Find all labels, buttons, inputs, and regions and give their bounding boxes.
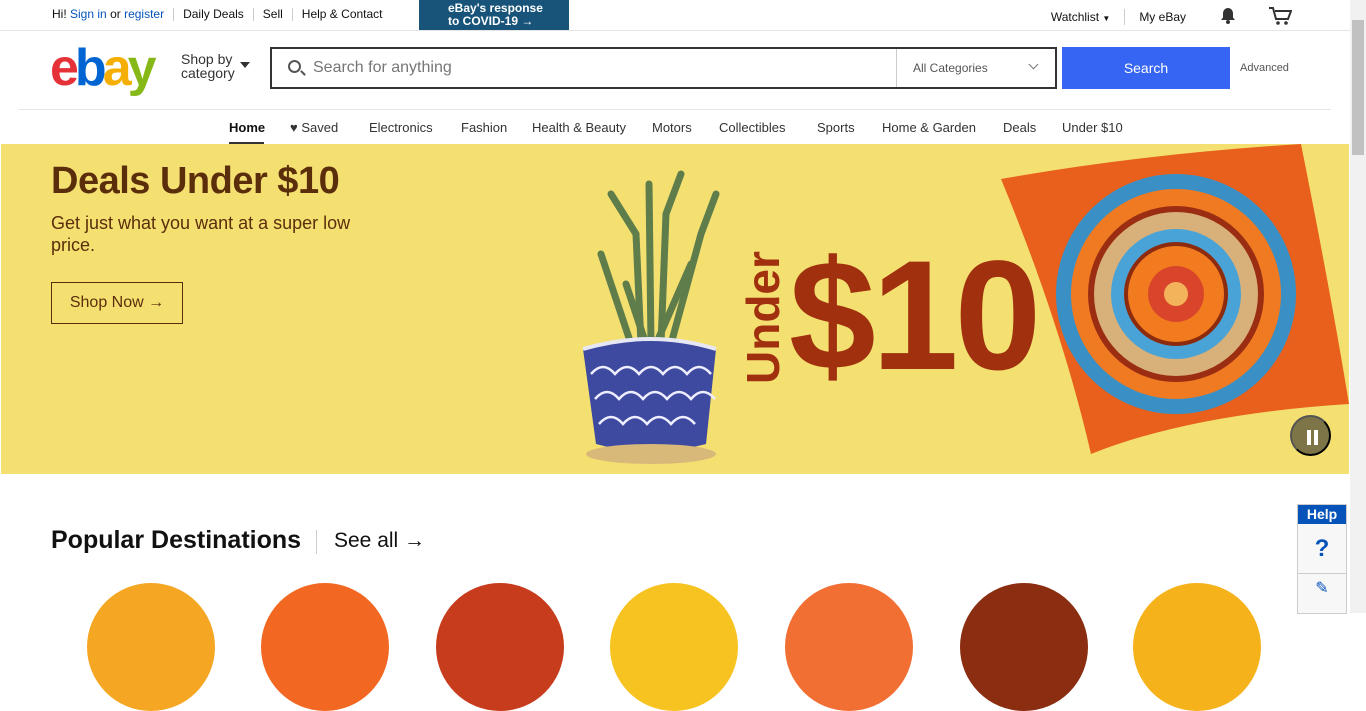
logo-letter: a — [102, 39, 132, 97]
category-select-value: All Categories — [913, 61, 988, 75]
destination-item[interactable] — [960, 583, 1088, 711]
nav-collectibles[interactable]: Collectibles — [719, 120, 785, 135]
help-contact-link[interactable]: Help & Contact — [302, 7, 383, 21]
main-header: ebay Shop by category Search for anythin… — [0, 31, 1350, 110]
nav-saved[interactable]: ♥ Saved — [290, 120, 338, 135]
shop-by-line-1: Shop by — [181, 51, 233, 67]
nav-fashion[interactable]: Fashion — [461, 120, 507, 135]
nav-home[interactable]: Home — [229, 120, 265, 135]
search-button[interactable]: Search — [1062, 47, 1230, 89]
divider — [291, 7, 293, 21]
destination-item[interactable] — [87, 583, 215, 711]
advanced-search-link[interactable]: Advanced — [1240, 62, 1289, 74]
divider — [1124, 9, 1126, 25]
nav-sports[interactable]: Sports — [817, 120, 855, 135]
top-right-links: Watchlist ▼ My eBay — [1051, 6, 1293, 28]
help-widget: Help ? ✎ — [1297, 504, 1347, 614]
nav-electronics[interactable]: Electronics — [369, 120, 433, 135]
divider — [252, 7, 254, 21]
caret-down-icon — [240, 62, 250, 68]
popular-destinations-title: Popular Destinations — [51, 526, 302, 554]
banner-subtitle: Get just what you want at a super low pr… — [51, 213, 351, 255]
pause-carousel-button[interactable] — [1290, 415, 1331, 456]
destination-item[interactable] — [785, 583, 913, 711]
destination-item[interactable] — [436, 583, 564, 711]
cactus-plant-image — [582, 170, 720, 464]
greeting-text: Hi! — [52, 7, 67, 21]
covid-response-banner[interactable]: eBay's response to COVID-19 → — [419, 0, 569, 30]
notification-bell-icon[interactable] — [1220, 7, 1236, 27]
chevron-down-icon: ▼ — [1102, 14, 1111, 23]
nav-under-10[interactable]: Under $10 — [1062, 120, 1123, 135]
help-label[interactable]: Help — [1298, 505, 1346, 524]
nav-deals[interactable]: Deals — [1003, 120, 1036, 135]
shop-now-button[interactable]: Shop Now → — [51, 282, 183, 324]
shop-by-category-button[interactable]: Shop by category — [181, 51, 250, 81]
vertical-scrollbar[interactable] — [1350, 0, 1366, 613]
see-all-link[interactable]: See all → — [316, 530, 425, 554]
cart-icon[interactable] — [1268, 6, 1293, 28]
search-icon — [288, 60, 301, 73]
destination-item[interactable] — [610, 583, 738, 711]
watchlist-link[interactable]: Watchlist ▼ — [1051, 10, 1111, 24]
search-box[interactable]: Search for anything All Categories — [270, 47, 1057, 89]
logo-letter: b — [74, 39, 107, 97]
sell-link[interactable]: Sell — [263, 7, 283, 21]
under-text-art: Under — [737, 251, 789, 384]
destination-circles — [0, 583, 1350, 711]
scrollbar-thumb[interactable] — [1352, 20, 1364, 155]
shop-by-line-2: category — [181, 65, 235, 81]
ebay-logo[interactable]: ebay — [50, 42, 157, 94]
my-ebay-link[interactable]: My eBay — [1139, 10, 1186, 24]
nav-motors[interactable]: Motors — [652, 120, 692, 135]
logo-letter: e — [50, 39, 79, 97]
feedback-icon[interactable]: ✎ — [1298, 574, 1346, 604]
daily-deals-link[interactable]: Daily Deals — [183, 7, 244, 21]
destination-item[interactable] — [1133, 583, 1261, 711]
hero-banner[interactable]: Deals Under $10 Get just what you want a… — [1, 144, 1349, 474]
nav-health-beauty[interactable]: Health & Beauty — [532, 120, 626, 135]
search-input[interactable]: Search for anything — [313, 59, 452, 77]
or-text: or — [110, 7, 121, 21]
top-utility-bar: Hi! Sign in or register Daily Deals Sell… — [0, 0, 1350, 31]
logo-letter: y — [127, 39, 157, 97]
watchlist-label: Watchlist — [1050, 10, 1100, 24]
banner-title: Deals Under $10 — [51, 160, 340, 202]
destination-item[interactable] — [261, 583, 389, 711]
category-nav: Home ♥ Saved Electronics Fashion Health … — [0, 110, 1350, 144]
divider — [173, 7, 175, 21]
nav-home-garden[interactable]: Home & Garden — [882, 120, 976, 135]
register-link[interactable]: register — [124, 7, 164, 21]
chevron-down-icon — [1028, 59, 1039, 70]
category-select[interactable]: All Categories — [896, 49, 1055, 87]
sign-in-link[interactable]: Sign in — [70, 7, 107, 21]
covid-line-2: to COVID-19 → — [448, 14, 534, 28]
top-left-links: Hi! Sign in or register Daily Deals Sell… — [52, 7, 383, 21]
question-icon[interactable]: ? — [1298, 524, 1346, 574]
